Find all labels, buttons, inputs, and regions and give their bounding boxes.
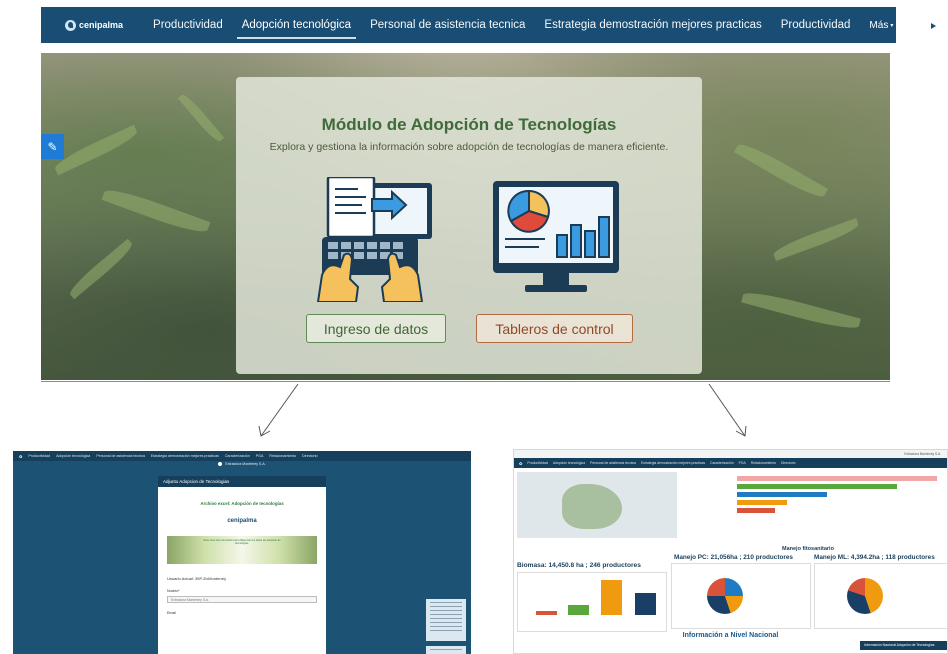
- arrow-to-form: [260, 383, 299, 437]
- arrow-to-dashboard: [708, 383, 746, 437]
- preview-user-menu: Extractora Monterrey S.A.: [225, 462, 266, 466]
- data-entry-preview: ✿ Productividad Adopción tecnológica Per…: [13, 451, 471, 654]
- form-title: Archivo excel: Adopción de tecnologías: [200, 501, 284, 506]
- palm-logo-icon: [65, 19, 76, 31]
- pie: [707, 578, 743, 614]
- nav-more-menu[interactable]: Más ▾: [869, 20, 893, 31]
- manejo-ml-pie-chart: [814, 563, 947, 629]
- preview-navbar: ✿ Productividad Adopción tecnológica Per…: [13, 451, 471, 461]
- horizontal-bar-chart: [682, 472, 947, 538]
- manejo-pc-heading: Manejo PC: 21,056ha ; 210 productores: [674, 554, 793, 561]
- preview-chrome-bar: Extractora Monterrey S.A.: [514, 450, 947, 458]
- vbar: [635, 593, 656, 615]
- form-header: Adjunto Adopcion de Tecnologias: [158, 476, 326, 487]
- manejo-heading: Manejo fitosanitario: [782, 546, 834, 552]
- preview-nav-item: Relacionamiento: [750, 461, 777, 465]
- leaf-shape: [771, 218, 861, 261]
- preview-nav-item: Adopción tecnológica: [56, 454, 91, 458]
- edit-page-button[interactable]: ✎: [41, 134, 64, 159]
- preview-nav-item: PGA: [255, 454, 264, 458]
- hbar: [737, 500, 787, 505]
- arrow-head: [258, 425, 271, 437]
- current-user-line: Usuario Actual: 35P-ExMonterrey: [167, 576, 227, 581]
- preview-navbar: ✿ Productividad Adopción tecnológica Per…: [514, 458, 947, 468]
- hbar: [737, 484, 897, 489]
- preview-nav-item: Adopción tecnológica: [552, 461, 586, 465]
- nav-item-productividad[interactable]: Productividad: [153, 9, 223, 41]
- national-info-badge[interactable]: Información Nacional Adopción de Tecnolo…: [860, 641, 947, 650]
- data-entry-illustration-icon: [316, 177, 432, 302]
- leaf-shape: [66, 238, 136, 300]
- pencil-icon: ✎: [47, 139, 58, 154]
- form-logo: cenipalma: [227, 518, 257, 524]
- email-label: Email: [167, 611, 176, 615]
- biomasa-bar-chart: [517, 572, 667, 632]
- manejo-ml-heading: Manejo ML: 4,394.2ha ; 118 productores: [814, 554, 935, 561]
- caret-down-icon: ▾: [890, 22, 894, 29]
- nav-item-personal-asistencia[interactable]: Personal de asistencia tecnica: [370, 9, 525, 41]
- vbar: [568, 605, 589, 615]
- documents-panel: [426, 646, 466, 654]
- nucleo-input[interactable]: Extractora Monterrey S.A.: [167, 596, 317, 603]
- hbar: [737, 492, 827, 497]
- hero-divider: [41, 381, 890, 382]
- leaf-shape: [101, 184, 211, 238]
- preview-user-bar: Extractora Monterrey S.A.: [13, 461, 471, 467]
- banner-text: Nota: Use este formulario para diligenci…: [203, 539, 281, 545]
- youtube-icon[interactable]: [925, 19, 941, 31]
- module-title: Módulo de Adopción de Tecnologías: [321, 115, 617, 134]
- preview-nav-item: Caracterización: [710, 461, 734, 465]
- ingreso-de-datos-button[interactable]: Ingreso de datos: [306, 314, 446, 343]
- adoption-module-card: Módulo de Adopción de Tecnologías Explor…: [236, 77, 702, 374]
- dashboard-preview: Extractora Monterrey S.A. ✿ Productivida…: [513, 449, 948, 654]
- preview-nav-item: Productividad: [527, 461, 548, 465]
- top-navbar: cenipalma Productividad Adopción tecnoló…: [41, 7, 941, 43]
- leaf-shape: [741, 287, 861, 334]
- cenipalma-logo[interactable]: cenipalma: [65, 19, 124, 31]
- arrow-head: [735, 425, 747, 437]
- hbar: [737, 476, 937, 481]
- preview-user-menu: Extractora Monterrey S.A.: [904, 452, 941, 456]
- preview-nav-item: Relacionamiento: [269, 454, 297, 458]
- leaf-shape: [733, 139, 829, 202]
- leaf-shape: [52, 124, 140, 176]
- national-info-heading: Información a Nivel Nacional: [682, 632, 779, 639]
- more-label: Más: [869, 19, 889, 31]
- upload-form: Adjunto Adopcion de Tecnologias Archivo …: [158, 476, 326, 654]
- nav-item-adopcion-tecnologica[interactable]: Adopción tecnológica: [236, 9, 357, 41]
- nav-item-estrategia-demostracion[interactable]: Estrategia demostración mejores practica…: [544, 9, 761, 41]
- user-avatar-icon: [218, 462, 223, 466]
- preview-nav-item: Caracterización: [224, 454, 250, 458]
- biomasa-heading: Biomasa: 14,450.8 ha ; 246 productores: [517, 562, 641, 569]
- preview-nav-item: Directorio: [781, 461, 796, 465]
- preview-nav-item: Personal de asistencia tecnica: [590, 461, 636, 465]
- preview-nav-item: PGA: [738, 461, 746, 465]
- colombia-map[interactable]: [517, 472, 677, 538]
- logo-text: cenipalma: [79, 20, 124, 30]
- preview-nav-item: Estrategia demostración mejores practica…: [640, 461, 706, 465]
- preview-nav-item: Estrategia demostración mejores practica…: [150, 454, 219, 458]
- dashboard-illustration-icon: [493, 181, 619, 292]
- nucleo-label: Nucleo*: [167, 589, 180, 593]
- form-banner: Nota: Use este formulario para diligenci…: [167, 536, 317, 564]
- manejo-pc-pie-chart: [671, 563, 811, 629]
- hbar: [737, 508, 775, 513]
- vbar: [601, 580, 622, 615]
- preview-nav-item: Personal de asistencia tecnica: [96, 454, 145, 458]
- module-subtitle: Explora y gestiona la información sobre …: [269, 141, 669, 153]
- pie: [847, 578, 883, 614]
- preview-nav-item: Directorio: [302, 454, 318, 458]
- vbar: [536, 611, 557, 615]
- social-links: 🐦︎: [925, 18, 948, 32]
- instructions-panel: [426, 599, 466, 641]
- tableros-de-control-button[interactable]: Tableros de control: [476, 314, 633, 343]
- map-land-shape: [562, 484, 622, 529]
- preview-nav-item: Productividad: [28, 454, 51, 458]
- nav-item-productividad-2[interactable]: Productividad: [781, 9, 851, 41]
- leaf-shape: [177, 91, 225, 145]
